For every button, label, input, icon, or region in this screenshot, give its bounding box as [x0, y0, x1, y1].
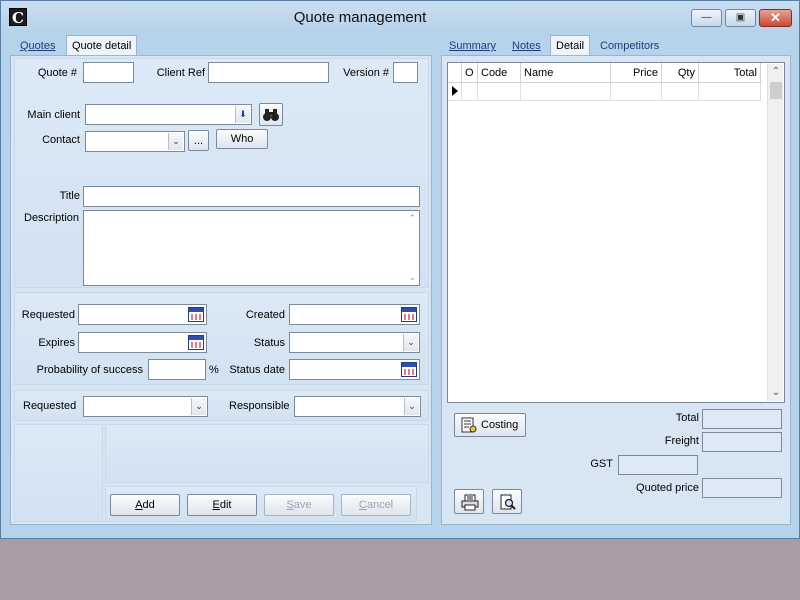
main-client-field[interactable]: ⬇ [85, 104, 252, 125]
tab-detail[interactable]: Detail [550, 35, 591, 57]
scroll-up-icon[interactable]: ⌃ [768, 64, 784, 80]
chevron-down-icon[interactable]: ⌄ [168, 133, 183, 150]
table-cell[interactable] [611, 83, 662, 101]
responsible-label: Responsible [229, 400, 290, 412]
tab-summary[interactable]: Summary [444, 36, 501, 56]
find-client-button[interactable] [259, 103, 283, 126]
bottom-info-panel [105, 424, 429, 483]
scroll-down-icon[interactable]: ⌄ [768, 385, 784, 401]
quote-management-window: C Quote management — ▣ ✕ Quotes Quote de… [0, 0, 800, 539]
chevron-down-icon[interactable]: ⌄ [404, 398, 419, 415]
costing-icon [461, 417, 477, 433]
requested-date-label: Requested [21, 309, 75, 321]
table-cell[interactable] [699, 83, 761, 101]
column-header-code[interactable]: Code [478, 63, 521, 83]
bottom-left-panel [14, 424, 103, 522]
status-date-field[interactable] [289, 359, 420, 380]
costing-label: Costing [481, 419, 519, 431]
save-button[interactable]: Save [264, 494, 334, 516]
table-cell[interactable] [521, 83, 611, 101]
calendar-icon[interactable] [188, 307, 204, 322]
tab-competitors[interactable]: Competitors [595, 36, 664, 56]
version-label: Version # [343, 67, 389, 79]
quote-number-field[interactable] [83, 62, 134, 83]
description-label: Description [24, 212, 80, 224]
expires-label: Expires [38, 337, 75, 349]
requested-date-field[interactable] [78, 304, 207, 325]
requested-by-select[interactable]: ⌄ [83, 396, 208, 417]
cancel-button[interactable]: Cancel [341, 494, 411, 516]
calendar-icon[interactable] [188, 335, 204, 350]
gst-field [618, 455, 698, 475]
version-field[interactable] [393, 62, 418, 83]
percent-label: % [209, 364, 219, 376]
binoculars-icon [263, 109, 279, 121]
row-indicator [448, 83, 462, 101]
description-field[interactable]: ⌃ ⌄ [83, 210, 420, 286]
probability-label: Probability of success [36, 364, 143, 376]
contact-select[interactable]: ⌄ [85, 131, 185, 152]
requested-by-label: Requested [23, 400, 77, 412]
scrollbar-thumb[interactable] [770, 82, 782, 99]
status-date-label: Status date [229, 364, 285, 376]
table-cell[interactable] [662, 83, 699, 101]
quoted-price-label: Quoted price [636, 482, 699, 494]
main-client-label: Main client [27, 109, 80, 121]
scroll-down-icon[interactable]: ⌄ [408, 272, 416, 283]
column-header-o[interactable]: O [462, 63, 478, 83]
scroll-up-icon[interactable]: ⌃ [408, 213, 416, 224]
probability-field[interactable] [148, 359, 206, 380]
client-ref-label: Client Ref [156, 67, 205, 79]
grid-vertical-scrollbar[interactable]: ⌃ ⌄ [767, 64, 783, 401]
print-button[interactable] [454, 489, 484, 514]
column-header-name[interactable]: Name [521, 63, 611, 83]
created-label: Created [245, 309, 285, 321]
table-cell[interactable] [462, 83, 478, 101]
add-button[interactable]: Add [110, 494, 180, 516]
contact-browse-button[interactable]: ... [188, 130, 209, 151]
minimize-button[interactable]: — [691, 9, 722, 27]
quote-number-label: Quote # [37, 67, 77, 79]
calendar-icon[interactable] [401, 307, 417, 322]
title-bar: C Quote management — ▣ ✕ [1, 1, 799, 31]
print-preview-icon [500, 494, 516, 510]
total-label: Total [675, 412, 699, 424]
status-select[interactable]: ⌄ [289, 332, 420, 353]
column-header-price[interactable]: Price [611, 63, 662, 83]
created-date-field[interactable] [289, 304, 420, 325]
print-preview-button[interactable] [492, 489, 522, 514]
print-icon [461, 494, 479, 511]
who-button[interactable]: Who [216, 129, 268, 149]
tab-quotes[interactable]: Quotes [15, 36, 60, 56]
title-field[interactable] [83, 186, 420, 207]
tab-quote-detail[interactable]: Quote detail [66, 35, 138, 57]
quoted-price-field[interactable] [702, 478, 782, 498]
costing-button[interactable]: Costing [454, 413, 526, 437]
table-cell[interactable] [478, 83, 521, 101]
current-row-arrow-icon [452, 86, 458, 96]
calendar-icon[interactable] [401, 362, 417, 377]
maximize-button[interactable]: ▣ [725, 9, 756, 27]
tab-notes[interactable]: Notes [507, 36, 546, 56]
column-header-total[interactable]: Total [699, 63, 761, 83]
gst-label: GST [590, 458, 613, 470]
edit-button[interactable]: Edit [187, 494, 257, 516]
chevron-down-icon[interactable]: ⌄ [403, 334, 418, 351]
freight-label: Freight [664, 435, 699, 447]
client-ref-field[interactable] [208, 62, 329, 83]
freight-field[interactable] [702, 432, 782, 452]
lookup-arrow-icon[interactable]: ⬇ [235, 106, 250, 123]
responsible-select[interactable]: ⌄ [294, 396, 421, 417]
close-button[interactable]: ✕ [759, 9, 792, 27]
row-indicator-header [448, 63, 462, 83]
total-field [702, 409, 782, 429]
status-label: Status [253, 337, 285, 349]
expires-date-field[interactable] [78, 332, 207, 353]
detail-grid[interactable]: O Code Name Price Qty Total ⌃ ⌄ [447, 62, 785, 403]
contact-label: Contact [42, 134, 80, 146]
window-title: Quote management [293, 9, 427, 26]
chevron-down-icon[interactable]: ⌄ [191, 398, 206, 415]
column-header-qty[interactable]: Qty [662, 63, 699, 83]
title-label: Title [59, 190, 80, 202]
